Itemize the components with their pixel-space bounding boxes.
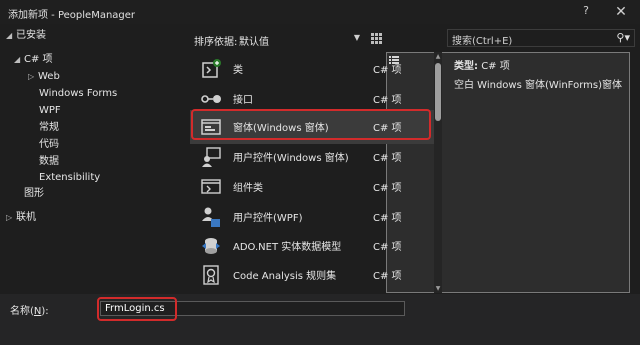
type-info: 类型: C# 项 [454,57,510,72]
tree-item-data[interactable]: 数据 [39,154,59,170]
item-name: 类 [233,65,243,76]
item-name: 用户控件(WPF) [233,213,303,224]
close-button[interactable]: ✕ [612,3,630,21]
collapse-arrow-icon[interactable]: ◢ [6,28,16,44]
type-label: 类型: [454,61,478,72]
item-name: ADO.NET 实体数据模型 [233,242,342,253]
tree-item-wpf[interactable]: WPF [39,103,61,119]
item-name: 接口 [233,95,253,106]
tree-item-csharp[interactable]: ◢ C# 项 [14,52,53,68]
tree-item-extensibility[interactable]: Extensibility [39,170,100,186]
item-language: C# 项 [373,95,402,106]
sort-dropdown[interactable]: 默认值 ▼ [237,30,362,48]
search-input[interactable]: 搜索(Ctrl+E) ⚲▾ [447,29,635,47]
entity-model-icon [199,234,223,258]
wpf-user-control-icon [199,205,223,229]
item-language: C# 项 [373,65,402,76]
sort-value: 默认值 [239,37,269,48]
item-language: C# 项 [373,213,402,224]
search-placeholder: 搜索(Ctrl+E) [452,36,513,47]
name-label: 名称(N): [10,302,49,317]
search-icon[interactable]: ⚲▾ [616,31,630,44]
expand-arrow-icon[interactable]: ▷ [28,69,38,85]
tree-item-label: 已安装 [16,30,46,41]
tree-item-general[interactable]: 常规 [39,120,59,136]
tree-item-windows-forms[interactable]: Windows Forms [39,86,117,102]
help-button[interactable]: ? [578,4,594,20]
tree-item-label: 联机 [16,212,36,223]
item-language: C# 项 [373,271,402,282]
list-item-component-class[interactable]: 组件类 C# 项 [190,170,434,204]
expand-arrow-icon[interactable]: ▷ [6,210,16,226]
grid-view-icon[interactable] [368,30,384,46]
interface-icon [199,87,223,111]
selection-highlight [191,109,431,140]
category-tree: ◢ 已安装 ◢ C# 项 ▷ Web Windows Forms WPF 常规 代码 … [0,24,188,294]
name-highlight [97,297,177,321]
list-item-ruleset[interactable]: Code Analysis 规则集 C# 项 [190,258,434,292]
item-name: 用户控件(Windows 窗体) [233,153,349,164]
item-language: C# 项 [373,183,402,194]
tree-item-online[interactable]: ▷ 联机 [6,210,36,226]
item-language: C# 项 [373,242,402,253]
template-list: 类 C# 项 接口 C# 项 窗体(Windows 窗体) C# 项 用户控件(… [190,52,434,293]
ruleset-icon [199,263,223,287]
item-name: 组件类 [233,183,263,194]
tree-item-label: Web [38,71,60,82]
user-control-icon [199,145,223,169]
chevron-down-icon: ▼ [353,33,360,42]
component-class-icon [199,175,223,199]
name-label-suffix: ): [41,306,49,317]
list-scrollbar[interactable]: ▲ ▼ [434,52,442,293]
tree-item-web[interactable]: ▷ Web [28,69,60,85]
window-title: 添加新项 - PeopleManager [8,10,136,21]
scroll-up-icon[interactable]: ▲ [434,53,442,60]
list-item-user-control[interactable]: 用户控件(Windows 窗体) C# 项 [190,140,434,174]
item-language: C# 项 [373,153,402,164]
collapse-arrow-icon[interactable]: ◢ [14,52,24,68]
scroll-thumb[interactable] [435,63,441,121]
scroll-down-icon[interactable]: ▼ [434,285,442,292]
tree-item-graphics[interactable]: 图形 [24,186,44,202]
class-icon [199,57,223,81]
list-item-class[interactable]: 类 C# 项 [190,52,434,86]
tree-item-label: C# 项 [24,54,53,65]
type-value: C# 项 [481,61,510,72]
item-name: Code Analysis 规则集 [233,271,337,282]
name-label-prefix: 名称( [10,306,34,317]
title-bar: 添加新项 - PeopleManager ? ✕ [0,0,640,24]
tree-item-installed[interactable]: ◢ 已安装 [6,28,46,44]
tree-item-code[interactable]: 代码 [39,137,59,153]
item-description: 空白 Windows 窗体(WinForms)窗体 [454,80,622,91]
sort-label: 排序依据: [194,37,238,48]
